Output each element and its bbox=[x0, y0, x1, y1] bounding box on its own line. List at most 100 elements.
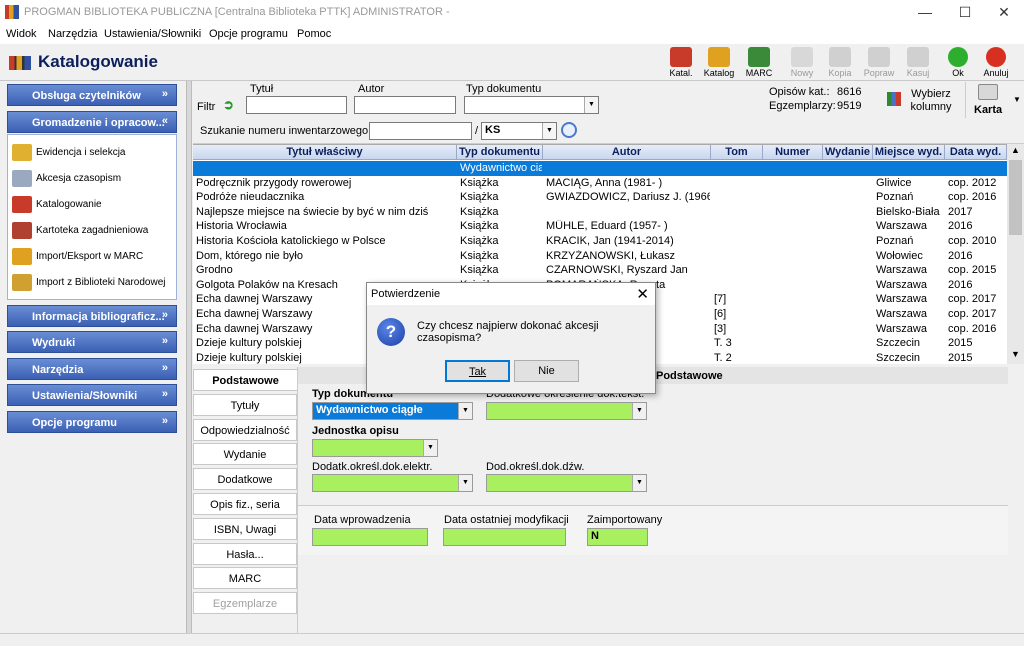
table-cell: Warszawa bbox=[876, 308, 927, 320]
column-header[interactable]: Miejsce wyd. bbox=[873, 145, 945, 160]
scroll-down-icon[interactable]: ▼ bbox=[1011, 349, 1020, 359]
table-row[interactable]: Podręcznik przygody rowerowej Książka MACI… bbox=[193, 176, 1007, 191]
imported-field[interactable]: N bbox=[587, 528, 648, 546]
menu-item[interactable]: Narzędzia bbox=[48, 28, 98, 40]
toolbar-button-anuluj[interactable]: Anuluj bbox=[978, 47, 1014, 78]
additional-spec-select[interactable]: ▼ bbox=[486, 402, 647, 420]
tab-opis-fiz-seria[interactable]: Opis fiz., seria bbox=[193, 493, 297, 515]
sidebar-item[interactable]: Import/Eksport w MARC bbox=[12, 246, 172, 268]
modified-date-field[interactable] bbox=[443, 528, 566, 546]
tab-tytu-y[interactable]: Tytuły bbox=[193, 393, 297, 416]
table-row[interactable]: Dom, którego nie było Książka KRZYŻANOWSKI… bbox=[193, 249, 1007, 264]
chevron-down-icon[interactable]: ▼ bbox=[584, 97, 598, 113]
close-icon[interactable]: ✕ bbox=[994, 4, 1014, 21]
table-scrollbar[interactable]: ▲ ▼ bbox=[1007, 144, 1024, 364]
chevron-down-icon[interactable]: ▼ bbox=[542, 123, 556, 139]
table-cell: Warszawa bbox=[876, 322, 927, 335]
toolbar-button-katalog[interactable]: Katalog bbox=[701, 47, 737, 78]
title-filter-input[interactable] bbox=[246, 96, 347, 114]
audio-spec-select[interactable]: ▼ bbox=[486, 474, 647, 492]
table-row[interactable]: Grodno Książka CZARNOWSKI, Ryszard Jan Wars… bbox=[193, 263, 1007, 278]
audio-spec-label: Dod.określ.dok.dźw. bbox=[486, 461, 585, 473]
sidebar-item[interactable]: Ewidencja i selekcja bbox=[12, 142, 172, 164]
unit-select[interactable]: ▼ bbox=[312, 439, 438, 457]
table-row[interactable]: Wydawnictwo ciąg bbox=[193, 161, 1007, 176]
chevron-down-icon[interactable]: ▼ bbox=[632, 475, 646, 491]
inventory-number-input[interactable] bbox=[369, 122, 472, 140]
search-icon[interactable] bbox=[561, 122, 577, 138]
toolbar-button-katal[interactable]: Katal. bbox=[663, 47, 699, 78]
minimize-icon[interactable]: — bbox=[915, 4, 935, 20]
menu-item[interactable]: Widok bbox=[6, 28, 37, 40]
table-row[interactable]: Podróże nieudacznika Książka GWIAZDOWICZ, … bbox=[193, 190, 1007, 205]
column-header[interactable]: Typ dokumentu bbox=[457, 145, 543, 160]
panel-splitter[interactable] bbox=[186, 81, 192, 633]
tab-dodatkowe[interactable]: Dodatkowe bbox=[193, 468, 297, 491]
column-header[interactable]: Wydanie bbox=[823, 145, 873, 160]
catalog-count-value: 8616 bbox=[837, 86, 862, 98]
tab-podstawowe[interactable]: Podstawowe bbox=[193, 369, 297, 391]
column-header[interactable]: Autor bbox=[543, 145, 711, 160]
scroll-up-icon[interactable]: ▲ bbox=[1011, 145, 1020, 155]
filter-arrow-icon[interactable]: ➲ bbox=[223, 97, 239, 112]
sidebar-section[interactable]: Narzędzia » bbox=[7, 358, 177, 380]
table-cell: [7] bbox=[714, 293, 727, 306]
chevron-down-icon[interactable]: ▼ bbox=[458, 475, 472, 491]
toolbar-button-ok[interactable]: Ok bbox=[940, 47, 976, 78]
table-row[interactable]: Historia Kościoła katolickiego w Polsce K… bbox=[193, 234, 1007, 249]
sidebar-section[interactable]: Informacja bibliograficz...» bbox=[7, 305, 177, 327]
sidebar-item[interactable]: Katalogowanie bbox=[12, 194, 172, 216]
chevron-down-icon[interactable]: ▼ bbox=[632, 403, 646, 419]
toolbar-button-nowy[interactable]: Nowy bbox=[784, 47, 820, 78]
menu-item[interactable]: Opcje programu bbox=[209, 28, 288, 40]
close-icon[interactable]: ✕ bbox=[636, 285, 649, 303]
sidebar-item[interactable]: Import z Biblioteki Narodowej bbox=[12, 272, 172, 294]
electronic-spec-select[interactable]: ▼ bbox=[312, 474, 473, 492]
sidebar: Obsługa czytelników » Gromadzenie i opraco… bbox=[0, 81, 184, 633]
sidebar-item[interactable]: Kartoteka zagadnieniowa bbox=[12, 220, 172, 242]
tab-marc[interactable]: MARC bbox=[193, 567, 297, 590]
inventory-suffix-select[interactable]: KS ▼ bbox=[481, 122, 557, 140]
detail-doctype-select[interactable]: Wydawnictwo ciągłe ▼ bbox=[312, 402, 473, 420]
no-button[interactable]: Nie bbox=[514, 360, 579, 382]
detail-tabs: Podstawowe Tytuły Odpowiedzialność Wydanie D… bbox=[193, 367, 297, 633]
entry-date-field[interactable] bbox=[312, 528, 428, 546]
sidebar-section[interactable]: Ustawienia/Słowniki » bbox=[7, 384, 177, 406]
column-header[interactable]: Numer bbox=[763, 145, 823, 160]
scrollbar-thumb[interactable] bbox=[1009, 160, 1022, 235]
menu-item[interactable]: Pomoc bbox=[297, 28, 331, 40]
toolbar-button-popraw[interactable]: Popraw bbox=[861, 47, 897, 78]
karta-dropdown-icon[interactable]: ▼ bbox=[1013, 95, 1021, 104]
chevron-down-icon[interactable]: ▼ bbox=[458, 403, 472, 419]
yes-button[interactable]: Tak bbox=[445, 360, 510, 382]
tab-egzemplarze[interactable]: Egzemplarze bbox=[193, 592, 297, 615]
karta-button[interactable]: Karta bbox=[965, 82, 1009, 118]
tab-has-a[interactable]: Hasła... bbox=[193, 542, 297, 565]
no-button-label: Nie bbox=[538, 365, 555, 377]
chevron-down-icon[interactable]: ▼ bbox=[423, 440, 437, 456]
sidebar-item[interactable]: Akcesja czasopism bbox=[12, 168, 172, 190]
choose-columns-button[interactable]: Wybierz kolumny bbox=[885, 84, 957, 116]
maximize-icon[interactable]: ☐ bbox=[955, 4, 975, 21]
sidebar-section[interactable]: Obsługa czytelników » bbox=[7, 84, 177, 106]
column-header[interactable]: Data wyd. bbox=[945, 145, 1007, 160]
sidebar-section[interactable]: Wydruki » bbox=[7, 331, 177, 353]
doctype-filter-select[interactable]: ▼ bbox=[464, 96, 599, 114]
table-row[interactable]: Najlepsze miejsce na świecie by być w ni… bbox=[193, 205, 1007, 220]
sidebar-section[interactable]: Gromadzenie i opracow... « bbox=[7, 111, 177, 133]
table-cell: Grodno bbox=[196, 264, 233, 277]
toolbar-button-kopia[interactable]: Kopia bbox=[822, 47, 858, 78]
menu-item[interactable]: Ustawienia/Słowniki bbox=[104, 28, 201, 40]
column-header[interactable]: Tytuł właściwy bbox=[193, 145, 457, 160]
author-filter-input[interactable] bbox=[354, 96, 456, 114]
tab-wydanie[interactable]: Wydanie bbox=[193, 443, 297, 466]
sidebar-section[interactable]: Opcje programu » bbox=[7, 411, 177, 433]
toolbar-button-kasuj[interactable]: Kasuj bbox=[900, 47, 936, 78]
tab-odpowiedzialno[interactable]: Odpowiedzialność bbox=[193, 418, 297, 441]
table-cell: MACIĄG, Anna (1981- ) bbox=[546, 176, 663, 189]
column-header[interactable]: Tom bbox=[711, 145, 763, 160]
tab-isbn-uwagi[interactable]: ISBN, Uwagi bbox=[193, 517, 297, 540]
toolbar-button-marc[interactable]: MARC bbox=[741, 47, 777, 78]
table-row[interactable]: Historia Wrocławia Książka MÜHLE, Eduard (… bbox=[193, 219, 1007, 234]
table-cell: cop. 2017 bbox=[948, 308, 997, 320]
